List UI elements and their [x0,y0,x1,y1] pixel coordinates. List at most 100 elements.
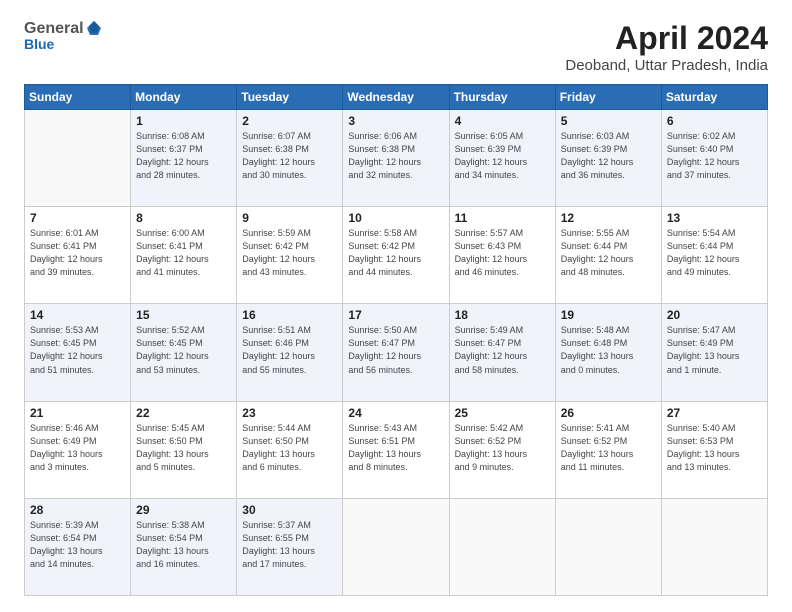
table-row: 21Sunrise: 5:46 AM Sunset: 6:49 PM Dayli… [25,401,131,498]
table-row: 13Sunrise: 5:54 AM Sunset: 6:44 PM Dayli… [661,207,767,304]
day-number: 21 [30,406,125,420]
day-number: 26 [561,406,656,420]
day-info: Sunrise: 6:07 AM Sunset: 6:38 PM Dayligh… [242,130,337,182]
col-monday: Monday [131,85,237,110]
day-info: Sunrise: 5:42 AM Sunset: 6:52 PM Dayligh… [455,422,550,474]
day-number: 6 [667,114,762,128]
page: General Blue April 2024 Deoband, Uttar P… [0,0,792,612]
table-row: 22 Sunrise: 5:45 AM Sunset: 6:50 PM Dayli… [131,401,237,498]
table-row: 6 Sunrise: 6:02 AM Sunset: 6:40 PM Daylig… [661,110,767,207]
day-number: 28 [30,503,125,517]
calendar-week-row: 21Sunrise: 5:46 AM Sunset: 6:49 PM Dayli… [25,401,768,498]
col-sunday: Sunday [25,85,131,110]
day-number: 1 [136,114,231,128]
calendar-week-row: 1 Sunrise: 6:08 AM Sunset: 6:37 PM Daylig… [25,110,768,207]
day-info: Sunrise: 5:41 AM Sunset: 6:52 PM Dayligh… [561,422,656,474]
day-info: Sunrise: 5:59 AM Sunset: 6:42 PM Dayligh… [242,227,337,279]
table-row [25,110,131,207]
day-number: 14 [30,308,125,322]
col-thursday: Thursday [449,85,555,110]
day-info: Sunrise: 5:39 AM Sunset: 6:54 PM Dayligh… [30,519,125,571]
calendar-header-row: Sunday Monday Tuesday Wednesday Thursday… [25,85,768,110]
day-info: Sunrise: 5:37 AM Sunset: 6:55 PM Dayligh… [242,519,337,571]
day-info: Sunrise: 6:03 AM Sunset: 6:39 PM Dayligh… [561,130,656,182]
col-saturday: Saturday [661,85,767,110]
day-info: Sunrise: 5:45 AM Sunset: 6:50 PM Dayligh… [136,422,231,474]
logo: General Blue [24,20,103,52]
day-number: 15 [136,308,231,322]
table-row: 3 Sunrise: 6:06 AM Sunset: 6:38 PM Daylig… [343,110,449,207]
table-row: 2 Sunrise: 6:07 AM Sunset: 6:38 PM Daylig… [237,110,343,207]
day-info: Sunrise: 6:00 AM Sunset: 6:41 PM Dayligh… [136,227,231,279]
calendar-table: Sunday Monday Tuesday Wednesday Thursday… [24,84,768,596]
table-row: 24 Sunrise: 5:43 AM Sunset: 6:51 PM Dayli… [343,401,449,498]
table-row [661,498,767,595]
table-row: 11 Sunrise: 5:57 AM Sunset: 6:43 PM Dayli… [449,207,555,304]
table-row: 26 Sunrise: 5:41 AM Sunset: 6:52 PM Dayli… [555,401,661,498]
day-info: Sunrise: 5:52 AM Sunset: 6:45 PM Dayligh… [136,324,231,376]
day-number: 10 [348,211,443,225]
day-number: 2 [242,114,337,128]
day-number: 25 [455,406,550,420]
table-row: 28 Sunrise: 5:39 AM Sunset: 6:54 PM Dayli… [25,498,131,595]
title-area: April 2024 Deoband, Uttar Pradesh, India [565,20,768,74]
table-row: 30 Sunrise: 5:37 AM Sunset: 6:55 PM Dayli… [237,498,343,595]
table-row: 27 Sunrise: 5:40 AM Sunset: 6:53 PM Dayli… [661,401,767,498]
day-info: Sunrise: 5:57 AM Sunset: 6:43 PM Dayligh… [455,227,550,279]
day-info: Sunrise: 5:40 AM Sunset: 6:53 PM Dayligh… [667,422,762,474]
table-row: 25 Sunrise: 5:42 AM Sunset: 6:52 PM Dayli… [449,401,555,498]
day-info: Sunrise: 5:53 AM Sunset: 6:45 PM Dayligh… [30,324,125,376]
day-info: Sunrise: 5:44 AM Sunset: 6:50 PM Dayligh… [242,422,337,474]
col-tuesday: Tuesday [237,85,343,110]
day-number: 3 [348,114,443,128]
day-info: Sunrise: 6:01 AM Sunset: 6:41 PM Dayligh… [30,227,125,279]
logo-icon [85,19,103,37]
day-number: 19 [561,308,656,322]
table-row: 15 Sunrise: 5:52 AM Sunset: 6:45 PM Dayli… [131,304,237,401]
table-row: 20 Sunrise: 5:47 AM Sunset: 6:49 PM Dayli… [661,304,767,401]
day-info: Sunrise: 5:55 AM Sunset: 6:44 PM Dayligh… [561,227,656,279]
table-row: 1 Sunrise: 6:08 AM Sunset: 6:37 PM Daylig… [131,110,237,207]
day-info: Sunrise: 6:02 AM Sunset: 6:40 PM Dayligh… [667,130,762,182]
day-info: Sunrise: 5:47 AM Sunset: 6:49 PM Dayligh… [667,324,762,376]
day-info: Sunrise: 5:38 AM Sunset: 6:54 PM Dayligh… [136,519,231,571]
day-number: 24 [348,406,443,420]
day-number: 23 [242,406,337,420]
day-info: Sunrise: 5:48 AM Sunset: 6:48 PM Dayligh… [561,324,656,376]
table-row: 23 Sunrise: 5:44 AM Sunset: 6:50 PM Dayli… [237,401,343,498]
day-info: Sunrise: 5:49 AM Sunset: 6:47 PM Dayligh… [455,324,550,376]
day-number: 16 [242,308,337,322]
day-number: 27 [667,406,762,420]
table-row: 29Sunrise: 5:38 AM Sunset: 6:54 PM Dayli… [131,498,237,595]
day-number: 4 [455,114,550,128]
header: General Blue April 2024 Deoband, Uttar P… [24,20,768,74]
day-number: 22 [136,406,231,420]
main-title: April 2024 [565,20,768,57]
table-row: 10 Sunrise: 5:58 AM Sunset: 6:42 PM Dayli… [343,207,449,304]
calendar-week-row: 14 Sunrise: 5:53 AM Sunset: 6:45 PM Dayli… [25,304,768,401]
col-friday: Friday [555,85,661,110]
table-row: 8 Sunrise: 6:00 AM Sunset: 6:41 PM Daylig… [131,207,237,304]
table-row: 19 Sunrise: 5:48 AM Sunset: 6:48 PM Dayli… [555,304,661,401]
calendar-week-row: 7Sunrise: 6:01 AM Sunset: 6:41 PM Daylig… [25,207,768,304]
table-row: 7Sunrise: 6:01 AM Sunset: 6:41 PM Daylig… [25,207,131,304]
subtitle: Deoband, Uttar Pradesh, India [565,57,768,74]
day-number: 20 [667,308,762,322]
col-wednesday: Wednesday [343,85,449,110]
day-number: 8 [136,211,231,225]
day-info: Sunrise: 6:08 AM Sunset: 6:37 PM Dayligh… [136,130,231,182]
day-info: Sunrise: 6:06 AM Sunset: 6:38 PM Dayligh… [348,130,443,182]
table-row [343,498,449,595]
table-row: 12Sunrise: 5:55 AM Sunset: 6:44 PM Dayli… [555,207,661,304]
day-number: 11 [455,211,550,225]
day-info: Sunrise: 5:58 AM Sunset: 6:42 PM Dayligh… [348,227,443,279]
calendar-week-row: 28 Sunrise: 5:39 AM Sunset: 6:54 PM Dayli… [25,498,768,595]
day-info: Sunrise: 5:51 AM Sunset: 6:46 PM Dayligh… [242,324,337,376]
table-row: 4Sunrise: 6:05 AM Sunset: 6:39 PM Daylig… [449,110,555,207]
day-number: 17 [348,308,443,322]
day-number: 13 [667,211,762,225]
day-number: 30 [242,503,337,517]
table-row [555,498,661,595]
day-info: Sunrise: 5:43 AM Sunset: 6:51 PM Dayligh… [348,422,443,474]
table-row: 17Sunrise: 5:50 AM Sunset: 6:47 PM Dayli… [343,304,449,401]
